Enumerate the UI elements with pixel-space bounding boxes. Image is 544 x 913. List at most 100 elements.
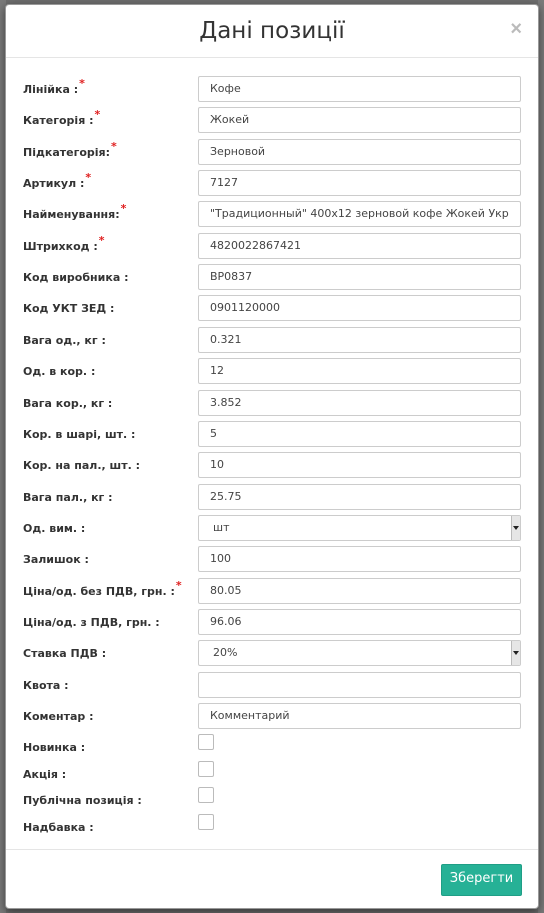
field-value: "Традиционный" 400х12 зерновой кофе Жоке…: [210, 207, 509, 220]
save-button[interactable]: Зберегти: [441, 864, 522, 896]
field-input[interactable]: Кофе: [198, 76, 521, 102]
form-row: Ціна/од. з ПДВ, грн. : 96.06: [23, 609, 522, 637]
field-input[interactable]: BP0837: [198, 264, 521, 290]
field-label: Квота :: [23, 672, 69, 700]
field-label-text: Од. вим. :: [23, 522, 86, 535]
checkbox[interactable]: [198, 787, 214, 803]
form-row: Коментар : Комментарий: [23, 703, 522, 731]
field-label-text: Артикул :: [23, 177, 85, 190]
field-input[interactable]: 10: [198, 452, 521, 478]
item-details-modal: Дані позиції × Лінійка :* Кофе Категорія :…: [5, 4, 539, 909]
field-value: 25.75: [210, 490, 242, 503]
field-input[interactable]: Жокей: [198, 107, 521, 133]
field-value: 100: [210, 552, 231, 565]
checkbox-label: Надбавка :: [23, 821, 94, 834]
field-value: 0.321: [210, 333, 242, 346]
checkbox-label: Акція :: [23, 768, 67, 781]
field-input[interactable]: 0901120000: [198, 295, 521, 321]
form-row: Кор. на пал., шт. : 10: [23, 452, 522, 480]
field-label-text: Кор. в шарі, шт. :: [23, 428, 136, 441]
field-label-text: Вага кор., кг :: [23, 397, 113, 410]
field-input[interactable]: "Традиционный" 400х12 зерновой кофе Жоке…: [198, 201, 521, 227]
field-value: Зерновой: [210, 145, 266, 158]
field-value: Кофе: [210, 82, 241, 95]
field-input[interactable]: 3.852: [198, 390, 521, 416]
field-input[interactable]: 100: [198, 546, 521, 572]
field-input[interactable]: 80.05: [198, 578, 521, 604]
checkbox-row: Акція :: [23, 761, 522, 781]
field-value: 4820022867421: [210, 239, 301, 252]
field-input[interactable]: 96.06: [198, 609, 521, 635]
field-label: Ціна/од. з ПДВ, грн. :: [23, 609, 160, 637]
field-label: Залишок :: [23, 546, 89, 574]
field-label: Од. вим. :: [23, 515, 85, 543]
field-label-text: Залишок :: [23, 553, 89, 566]
field-input[interactable]: 0.321: [198, 327, 521, 353]
checkbox-row: Надбавка :: [23, 814, 522, 834]
required-mark: *: [175, 579, 182, 592]
field-label: Од. в кор. :: [23, 358, 95, 386]
form-row: Ціна/од. без ПДВ, грн. :* 80.05: [23, 578, 522, 606]
form-row: Од. в кор. : 12: [23, 358, 522, 386]
field-label-text: Категорія :: [23, 114, 94, 127]
field-label: Кор. в шарі, шт. :: [23, 421, 135, 449]
checkbox[interactable]: [198, 814, 214, 830]
field-label-text: Коментар :: [23, 710, 94, 723]
form-row: Ставка ПДВ : 20%: [23, 640, 522, 668]
checkbox-label: Публічна позиція :: [23, 794, 142, 807]
required-mark: *: [98, 234, 105, 247]
field-label-text: Лінійка :: [23, 83, 79, 96]
field-label-text: Код виробника :: [23, 271, 129, 284]
field-label: Кор. на пал., шт. :: [23, 452, 140, 480]
form-row: Вага пал., кг : 25.75: [23, 484, 522, 512]
checkbox-row: Новинка :: [23, 734, 522, 754]
field-input[interactable]: 12: [198, 358, 521, 384]
field-label: Коментар :: [23, 703, 94, 731]
form-row: Артикул :* 7127: [23, 170, 522, 198]
field-label: Лінійка :*: [23, 76, 85, 104]
field-input[interactable]: 5: [198, 421, 521, 447]
field-label-text: Кор. на пал., шт. :: [23, 459, 141, 472]
form-row: Підкатегорія:* Зерновой: [23, 139, 522, 167]
modal-footer: Зберегти: [6, 849, 538, 908]
field-label-text: Ціна/од. без ПДВ, грн. :: [23, 585, 175, 598]
chevron-down-icon[interactable]: [511, 516, 520, 540]
field-value: BP0837: [210, 270, 253, 283]
field-label-text: Найменування:: [23, 208, 120, 221]
modal-title: Дані позиції: [199, 18, 345, 44]
field-input[interactable]: 7127: [198, 170, 521, 196]
field-input[interactable]: Зерновой: [198, 139, 521, 165]
field-value: 5: [210, 427, 217, 440]
checkbox[interactable]: [198, 761, 214, 777]
field-value: шт: [213, 521, 230, 534]
required-mark: *: [85, 171, 92, 184]
field-label-text: Ціна/од. з ПДВ, грн. :: [23, 616, 160, 629]
field-value: 12: [210, 364, 224, 377]
checkbox[interactable]: [198, 734, 214, 750]
field-value: 80.05: [210, 584, 242, 597]
field-input[interactable]: [198, 672, 521, 698]
checkbox-label: Новинка :: [23, 741, 86, 754]
form-row: Залишок : 100: [23, 546, 522, 574]
form-row: Од. вим. : шт: [23, 515, 522, 543]
field-select[interactable]: шт: [198, 515, 521, 541]
field-label-text: Вага од., кг :: [23, 334, 106, 347]
field-label: Вага пал., кг :: [23, 484, 113, 512]
form-row: Лінійка :* Кофе: [23, 76, 522, 104]
chevron-down-icon[interactable]: [511, 641, 520, 665]
close-icon[interactable]: ×: [510, 19, 522, 39]
field-input[interactable]: 25.75: [198, 484, 521, 510]
field-value: Комментарий: [210, 709, 290, 722]
field-select[interactable]: 20%: [198, 640, 521, 666]
form-row: Категорія :* Жокей: [23, 107, 522, 135]
field-value: 10: [210, 458, 224, 471]
form-row: Кор. в шарі, шт. : 5: [23, 421, 522, 449]
field-label: Вага кор., кг :: [23, 390, 112, 418]
field-value: 96.06: [210, 615, 242, 628]
required-mark: *: [120, 202, 127, 215]
form-row: Код УКТ ЗЕД : 0901120000: [23, 295, 522, 323]
field-label-text: Квота :: [23, 679, 69, 692]
field-input[interactable]: 4820022867421: [198, 233, 521, 259]
field-value: 0901120000: [210, 301, 280, 314]
field-input[interactable]: Комментарий: [198, 703, 521, 729]
